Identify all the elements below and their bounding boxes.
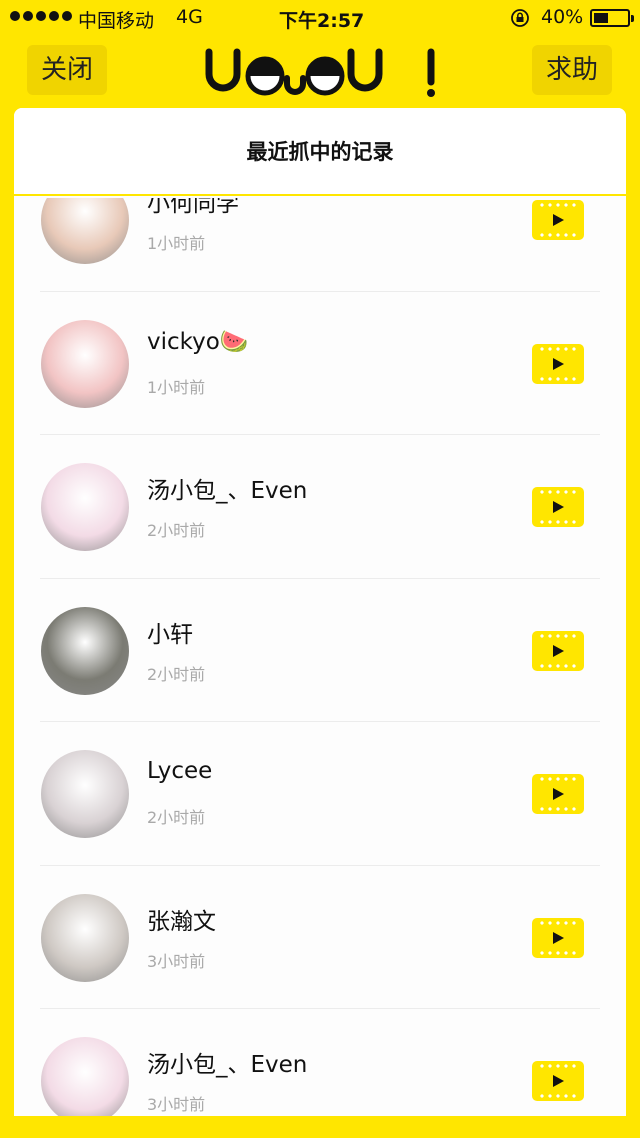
record-row[interactable]: 汤小包_、Even 2小时前 [14, 435, 626, 579]
status-bar: 中国移动 4G 下午2:57 40% [0, 0, 640, 36]
film-perforation-icon [538, 633, 578, 638]
play-icon [553, 214, 564, 226]
film-perforation-icon [538, 807, 578, 811]
battery-percentage: 40% [541, 6, 584, 28]
avatar[interactable] [41, 463, 129, 551]
avatar[interactable] [41, 198, 129, 264]
play-video-button[interactable] [532, 200, 584, 240]
play-icon [553, 644, 564, 657]
play-icon [553, 501, 564, 513]
app-logo [205, 48, 435, 97]
records-list[interactable]: 小何同学 1小时前 vickyo🍉 1小时前 汤小包_、Even 2小时前 小轩 2小时前 Ly… [14, 198, 626, 1116]
play-video-button[interactable] [532, 487, 584, 527]
avatar[interactable] [41, 750, 129, 838]
avatar[interactable] [41, 319, 129, 408]
play-icon [553, 1075, 564, 1087]
close-button[interactable]: 关闭 [27, 45, 107, 95]
film-perforation-icon [538, 203, 578, 207]
film-perforation-icon [538, 1064, 578, 1068]
record-name: Lycee [147, 758, 213, 784]
film-perforation-icon [538, 376, 578, 381]
film-perforation-icon [538, 950, 578, 955]
record-row[interactable]: Lycee 2小时前 [14, 722, 626, 866]
record-time: 3小时前 [147, 951, 206, 971]
play-icon [553, 931, 564, 944]
record-time: 2小时前 [147, 808, 206, 827]
avatar[interactable] [41, 1037, 129, 1116]
record-time: 3小时前 [147, 1095, 206, 1114]
film-perforation-icon [538, 920, 578, 925]
record-name: vickyo🍉 [147, 328, 249, 355]
film-perforation-icon [538, 233, 578, 237]
film-perforation-icon [538, 663, 578, 668]
record-time: 2小时前 [147, 664, 206, 684]
help-button[interactable]: 求助 [532, 45, 612, 95]
carrier-label: 中国移动 [78, 10, 155, 32]
avatar[interactable] [41, 893, 129, 982]
record-name: 张瀚文 [147, 908, 216, 935]
play-video-button[interactable] [532, 1061, 584, 1101]
film-perforation-icon [538, 1094, 578, 1098]
play-video-button[interactable] [532, 630, 584, 671]
avatar[interactable] [41, 606, 129, 695]
records-panel: 最近抓中的记录 小何同学 1小时前 vickyo🍉 1小时前汤小包_、Even 2小时前… [14, 108, 626, 1116]
play-icon [553, 357, 564, 370]
panel-title: 最近抓中的记录 [14, 108, 626, 196]
status-time: 下午2:57 [279, 10, 365, 32]
record-name: 小何同学 [147, 198, 239, 217]
play-video-button[interactable] [532, 343, 584, 384]
record-time: 1小时前 [147, 234, 206, 253]
network-type: 4G [176, 6, 203, 28]
record-row[interactable]: 汤小包_、Even 3小时前 [14, 1009, 626, 1116]
play-video-button[interactable] [532, 774, 584, 814]
film-perforation-icon [538, 490, 578, 494]
record-row[interactable]: 张瀚文 3小时前 [14, 866, 626, 1009]
record-row[interactable]: 小轩 2小时前 [14, 579, 626, 722]
record-time: 1小时前 [147, 377, 206, 397]
record-row[interactable]: vickyo🍉 1小时前 [14, 292, 626, 435]
battery-icon [590, 9, 634, 27]
film-perforation-icon [538, 520, 578, 524]
record-name: 汤小包_、Even [147, 1052, 308, 1078]
record-name: 汤小包_、Even [147, 478, 308, 504]
play-video-button[interactable] [532, 917, 584, 958]
rotation-lock-icon [511, 9, 529, 27]
film-perforation-icon [538, 777, 578, 781]
record-name: 小轩 [147, 621, 193, 648]
record-time: 2小时前 [147, 521, 206, 540]
play-icon [553, 788, 564, 800]
signal-strength-icon [10, 11, 72, 21]
film-perforation-icon [538, 346, 578, 351]
record-row[interactable]: 小何同学 1小时前 [14, 198, 626, 292]
